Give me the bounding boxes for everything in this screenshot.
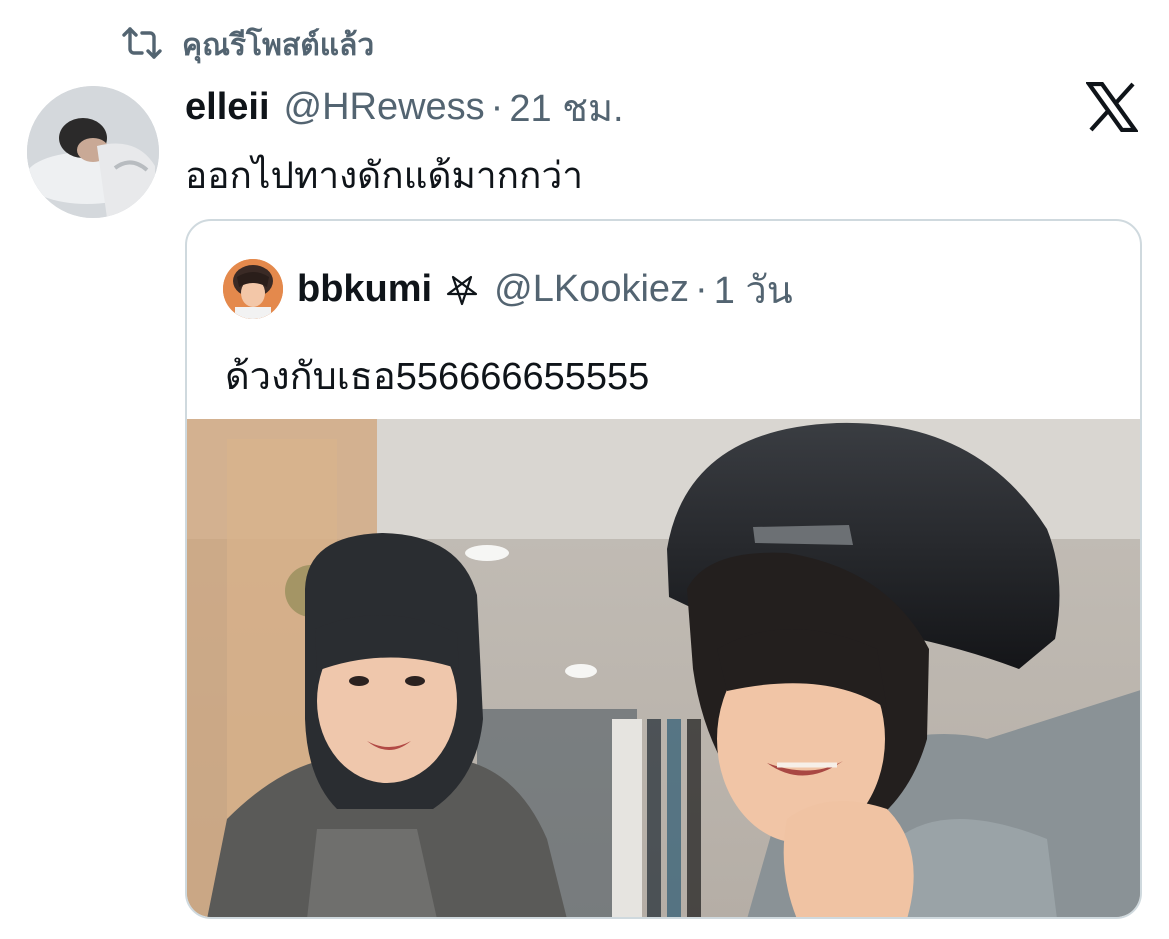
quoted-user-handle[interactable]: @LKookiez [494,268,689,311]
quoted-tweet-timestamp[interactable]: 1 วัน [714,259,793,320]
repost-label: คุณรีโพสต์แล้ว [182,28,375,62]
user-handle[interactable]: @HRewess [284,86,485,129]
quoted-tweet-header: bbkumi @LKookiez · 1 วัน [297,265,793,313]
display-name[interactable]: elleii [185,86,270,129]
quoted-tweet-text: ด้วงกับเธอ556666655555 [225,356,650,398]
tweet-timestamp[interactable]: 21 ชม. [509,77,623,138]
tweet-text: ออกไปทางดักแด้มากกว่า [185,155,584,196]
repost-indicator: คุณรีโพสต์แล้ว [120,24,374,66]
repost-icon [120,25,164,66]
x-logo-icon [1084,81,1140,133]
quoted-display-name[interactable]: bbkumi [297,268,432,311]
tweet-header: elleii @HRewess · 21 ชม. [185,84,624,130]
user-avatar[interactable] [27,86,159,218]
quoted-tweet-card[interactable]: bbkumi @LKookiez · 1 วัน ด้วงกับเธอ55666… [185,219,1142,919]
separator-dot: · [490,85,504,128]
separator-dot: · [695,267,708,310]
quoted-user-avatar[interactable] [223,259,283,319]
pentagram-icon [444,271,480,307]
quoted-tweet-photo[interactable] [187,419,1140,917]
